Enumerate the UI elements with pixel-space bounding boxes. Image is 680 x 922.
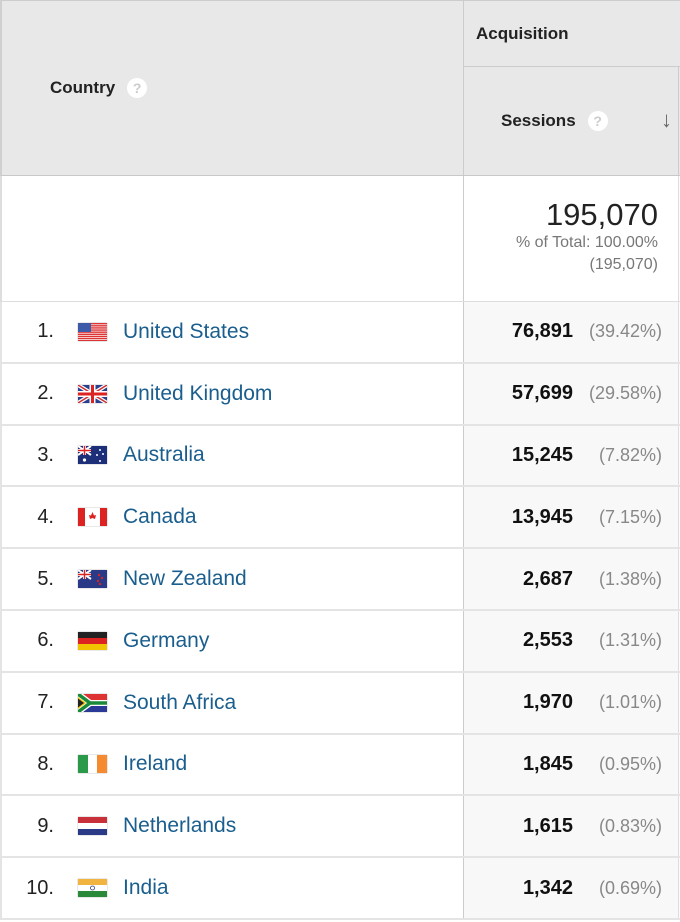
table-row: 7. South Africa 1,970 (1.01%) (0, 672, 680, 735)
sessions-value: 15,245 (511, 443, 573, 466)
sessions-cell: 1,845 (0.95%) (463, 734, 679, 795)
row-rank: 9. (37, 814, 54, 837)
sessions-cell: 57,699 (29.58%) (463, 363, 679, 424)
sessions-value: 2,553 (522, 629, 573, 652)
sessions-percent: (7.15%) (598, 506, 662, 527)
sessions-value: 13,945 (511, 505, 573, 528)
sessions-value: 2,687 (522, 567, 573, 590)
sessions-total-cell: 195,070 % of Total: 100.00% (195,070) (463, 176, 679, 301)
table-row: 8. Ireland 1,845 (0.95%) (0, 734, 680, 797)
sessions-cell: 1,342 (0.69%) (463, 858, 679, 918)
sessions-value: 1,342 (522, 876, 573, 899)
country-link[interactable]: United States (123, 302, 249, 362)
sessions-total-absolute: (195,070) (589, 256, 659, 273)
nz-flag-icon (78, 570, 107, 589)
row-rank: 10. (26, 876, 54, 899)
country-column-header[interactable]: Country ? (2, 1, 462, 175)
row-rank: 7. (37, 691, 54, 714)
sessions-percent: (0.95%) (598, 753, 662, 774)
help-icon[interactable]: ? (587, 111, 608, 131)
table-row: 10. India 1,342 (0.69%) (0, 858, 680, 920)
sessions-percent: (0.83%) (598, 815, 662, 836)
ie-flag-icon (78, 755, 107, 774)
country-link[interactable]: United Kingdom (123, 364, 272, 424)
country-link[interactable]: Netherlands (123, 796, 236, 856)
sessions-cell: 2,553 (1.31%) (463, 610, 679, 671)
country-link[interactable]: India (123, 858, 169, 918)
country-sessions-table: Country ? Acquisition Sessions ? ↓ 195,0… (0, 0, 680, 920)
uk-flag-icon (78, 384, 107, 403)
de-flag-icon (78, 631, 107, 650)
sessions-column-header[interactable]: Sessions ? ↓ (463, 67, 679, 175)
table-row: 2. United Kingdom 57,699 (29.58%) (0, 363, 680, 426)
sessions-value: 1,970 (522, 691, 573, 714)
sessions-header-label: Sessions (501, 111, 576, 130)
sessions-cell: 13,945 (7.15%) (463, 487, 679, 548)
sessions-cell: 1,970 (1.01%) (463, 672, 679, 733)
table-row: 4. Canada 13,945 (7.15%) (0, 487, 680, 550)
sessions-percent: (7.82%) (598, 444, 662, 465)
country-link[interactable]: Ireland (123, 735, 187, 795)
sessions-percent: (29.58%) (588, 383, 662, 404)
row-rank: 6. (37, 629, 54, 652)
sessions-percent: (1.31%) (598, 630, 662, 651)
row-rank: 8. (37, 752, 54, 775)
country-link[interactable]: Germany (123, 611, 209, 671)
row-rank: 5. (37, 567, 54, 590)
table-header: Country ? Acquisition Sessions ? ↓ (0, 0, 680, 176)
row-rank: 3. (37, 443, 54, 466)
sort-descending-icon[interactable]: ↓ (661, 107, 672, 133)
za-flag-icon (78, 693, 107, 712)
sessions-cell: 1,615 (0.83%) (463, 796, 679, 857)
sessions-percent: (1.01%) (598, 692, 662, 713)
sessions-percent: (39.42%) (588, 321, 662, 342)
country-link[interactable]: Australia (123, 426, 205, 486)
sessions-total-percent: % of Total: 100.00% (515, 234, 658, 251)
sessions-total-value: 195,070 (545, 197, 658, 232)
nl-flag-icon (78, 817, 107, 836)
table-row: 5. New Zealand 2,687 (1.38%) (0, 549, 680, 611)
in-flag-icon (78, 879, 107, 898)
table-row: 3. Australia 15,245 (7.82%) (0, 425, 680, 488)
table-row: 6. Germany 2,553 (1.31%) (0, 610, 680, 673)
totals-row: 195,070 % of Total: 100.00% (195,070) (0, 176, 680, 302)
sessions-value: 1,615 (522, 814, 573, 837)
country-link[interactable]: Canada (123, 487, 197, 547)
sessions-value: 76,891 (511, 320, 573, 343)
sessions-value: 1,845 (522, 752, 573, 775)
sessions-percent: (0.69%) (598, 877, 662, 898)
ca-flag-icon (78, 508, 107, 527)
country-header-label: Country (50, 78, 116, 97)
help-icon[interactable]: ? (127, 78, 148, 98)
sessions-percent: (1.38%) (598, 568, 662, 589)
sessions-value: 57,699 (511, 382, 573, 405)
au-flag-icon (78, 446, 107, 465)
row-rank: 2. (37, 382, 54, 405)
table-row: 9. Netherlands 1,615 (0.83%) (0, 796, 680, 859)
sessions-cell: 15,245 (7.82%) (463, 425, 679, 486)
row-rank: 1. (37, 320, 54, 343)
sessions-cell: 76,891 (39.42%) (463, 302, 679, 362)
country-link[interactable]: South Africa (123, 673, 236, 733)
acquisition-group-header: Acquisition (463, 1, 680, 67)
table-row: 1. United States 76,891 (39.42%) (0, 302, 680, 364)
country-link[interactable]: New Zealand (123, 549, 247, 609)
us-flag-icon (78, 322, 107, 341)
row-rank: 4. (37, 505, 54, 528)
sessions-cell: 2,687 (1.38%) (463, 549, 679, 609)
